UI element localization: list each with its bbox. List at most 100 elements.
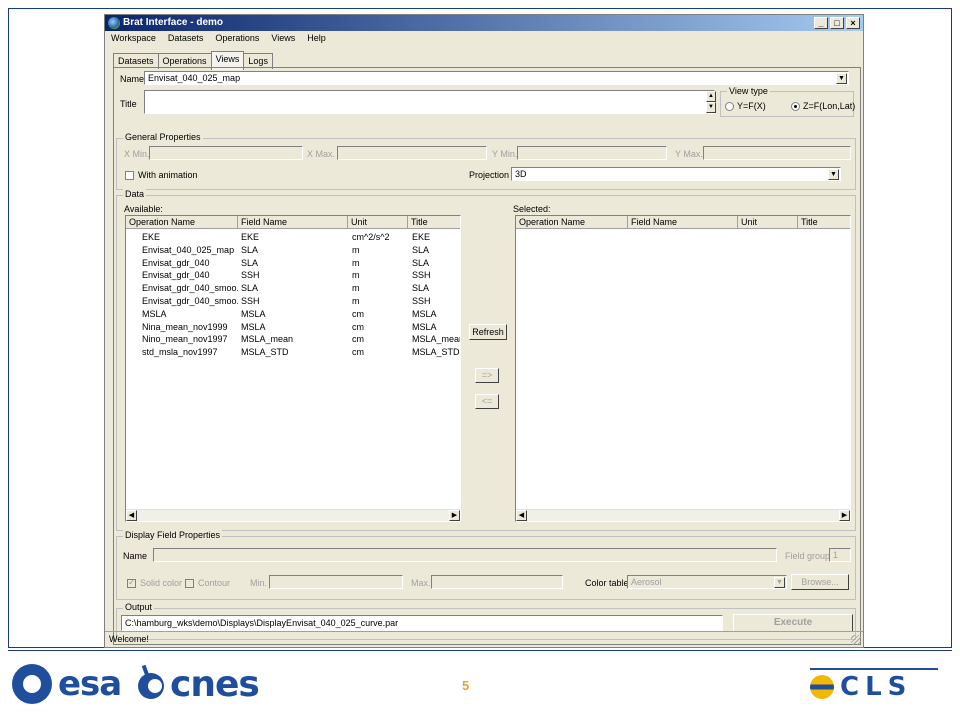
view-type-zf-radio[interactable]: [791, 102, 800, 111]
table-row[interactable]: Envisat_gdr_040 SSH m SSH: [126, 269, 460, 281]
title-scroll-down[interactable]: ▼: [706, 102, 716, 113]
title-scroll-up[interactable]: ▲: [706, 91, 716, 102]
view-name-select[interactable]: Envisat_040_025_map ▼: [144, 71, 849, 85]
available-col-title[interactable]: Title: [408, 216, 460, 229]
table-row[interactable]: EKE EKE cm^2/s^2 EKE: [126, 231, 460, 243]
table-cell: cm: [352, 347, 364, 358]
scroll-left-icon[interactable]: ◀: [126, 510, 137, 521]
selected-col-field[interactable]: Field Name: [628, 216, 738, 229]
chevron-down-icon[interactable]: ▼: [836, 73, 847, 84]
menu-help[interactable]: Help: [301, 31, 332, 47]
table-cell: MSLA: [412, 321, 437, 332]
table-cell: cm: [352, 321, 364, 332]
remove-field-button[interactable]: <=: [475, 394, 499, 409]
selected-list[interactable]: Operation Name Field Name Unit Title ◀ ▶: [515, 215, 851, 522]
add-field-button[interactable]: =>: [475, 368, 499, 383]
available-hscrollbar[interactable]: ◀ ▶: [126, 509, 460, 521]
close-button[interactable]: ×: [846, 17, 860, 29]
table-cell: Envisat_040_025_map: [142, 244, 235, 255]
scroll-right-icon[interactable]: ▶: [449, 510, 460, 521]
chevron-down-icon[interactable]: ▼: [774, 577, 785, 588]
execute-button[interactable]: Execute: [733, 614, 853, 632]
table-cell: SSH: [241, 296, 260, 306]
table-row[interactable]: Envisat_gdr_040_smoo... SLA m SLA: [126, 282, 460, 294]
max-label: Max.: [411, 578, 431, 588]
minimize-button[interactable]: _: [814, 17, 828, 29]
selected-col-title[interactable]: Title: [798, 216, 850, 229]
display-name-input[interactable]: [153, 548, 777, 562]
projection-label: Projection: [469, 170, 510, 180]
display-field-group: Display Field Properties Name Field grou…: [116, 530, 856, 600]
projection-value: 3D: [515, 169, 527, 179]
selected-col-operation[interactable]: Operation Name: [516, 216, 628, 229]
chevron-down-icon[interactable]: ▼: [828, 169, 839, 180]
projection-select[interactable]: 3D ▼: [511, 167, 841, 181]
animation-checkbox[interactable]: [125, 171, 134, 180]
table-cell: MSLA_mean: [241, 334, 294, 345]
output-path-input[interactable]: C:\hamburg_wks\demo\Displays\DisplayEnvi…: [121, 615, 723, 631]
selected-label: Selected:: [513, 204, 551, 214]
menu-datasets[interactable]: Datasets: [162, 31, 210, 47]
browse-button[interactable]: Browse...: [791, 574, 849, 590]
table-row[interactable]: std_msla_nov1997 MSLA_STD cm MSLA_STD: [126, 346, 460, 358]
table-row[interactable]: MSLA MSLA cm MSLA: [126, 308, 460, 320]
view-title-input[interactable]: [144, 90, 715, 114]
view-type-yfx-radio[interactable]: [725, 102, 734, 111]
ymax-input[interactable]: [703, 146, 851, 160]
table-cell: Nino_mean_nov1997: [142, 334, 228, 345]
available-col-unit[interactable]: Unit: [348, 216, 408, 229]
contour-label: Contour: [198, 578, 231, 588]
menu-workspace[interactable]: Workspace: [105, 31, 162, 47]
xmin-label: X Min.: [124, 149, 150, 159]
max-input[interactable]: [431, 575, 563, 589]
available-col-operation[interactable]: Operation Name: [126, 216, 238, 229]
table-row[interactable]: Envisat_gdr_040_smoo... SSH m SSH: [126, 295, 460, 307]
selected-hscrollbar[interactable]: ◀ ▶: [516, 509, 850, 521]
table-cell: SLA: [412, 257, 430, 268]
view-type-yfx-label: Y=F(X): [737, 101, 766, 111]
table-cell: Envisat_gdr_040: [142, 270, 210, 281]
menu-views[interactable]: Views: [265, 31, 301, 47]
table-cell: cm^2/s^2: [352, 232, 390, 242]
cls-divider: [810, 668, 938, 670]
view-type-title: View type: [727, 86, 770, 96]
table-cell: MSLA_STD: [412, 347, 460, 358]
table-cell: MSLA: [412, 308, 437, 319]
esa-logo: esa: [12, 662, 122, 706]
available-list[interactable]: Operation Name Field Name Unit Title EKE…: [125, 215, 461, 522]
table-cell: SSH: [412, 296, 431, 306]
contour-checkbox[interactable]: [185, 579, 194, 588]
resize-grip-icon[interactable]: [851, 635, 861, 645]
ymin-input[interactable]: [517, 146, 667, 160]
available-col-field[interactable]: Field Name: [238, 216, 348, 229]
title-bar[interactable]: Brat Interface - demo _ □ ×: [105, 15, 863, 31]
menu-operations[interactable]: Operations: [209, 31, 265, 47]
scroll-left-icon[interactable]: ◀: [516, 510, 527, 521]
slide-footer: esa cnes 5 CLS: [0, 652, 960, 720]
min-input[interactable]: [269, 575, 403, 589]
table-row[interactable]: Envisat_gdr_040 SLA m SLA: [126, 257, 460, 269]
table-cell: m: [352, 283, 360, 294]
solid-color-checkbox[interactable]: [127, 577, 136, 588]
refresh-button[interactable]: Refresh: [469, 324, 507, 340]
brat-window: Brat Interface - demo _ □ × Workspace Da…: [104, 14, 864, 648]
table-cell: MSLA_STD: [241, 347, 289, 358]
table-row[interactable]: Envisat_040_025_map SLA m SLA: [126, 244, 460, 256]
table-cell: SLA: [241, 244, 259, 255]
table-cell: m: [352, 270, 360, 281]
tab-strip: Datasets Operations Views Logs: [113, 51, 273, 70]
xmax-input[interactable]: [337, 146, 487, 160]
table-row[interactable]: Nina_mean_nov1999 MSLA cm MSLA: [126, 321, 460, 333]
color-table-select[interactable]: Aerosol ▼: [627, 575, 787, 589]
data-group: Data Available: Selected: Operation Name…: [116, 189, 856, 531]
display-field-title: Display Field Properties: [123, 530, 223, 540]
data-title: Data: [123, 189, 147, 199]
field-group-input[interactable]: 1: [829, 548, 851, 562]
cls-logo: CLS: [810, 672, 912, 702]
scroll-right-icon[interactable]: ▶: [839, 510, 850, 521]
table-row[interactable]: Nino_mean_nov1997 MSLA_mean cm MSLA_mean: [126, 333, 460, 345]
selected-col-unit[interactable]: Unit: [738, 216, 798, 229]
table-cell: cm: [352, 334, 364, 345]
maximize-button[interactable]: □: [830, 17, 844, 29]
xmin-input[interactable]: [149, 146, 303, 160]
